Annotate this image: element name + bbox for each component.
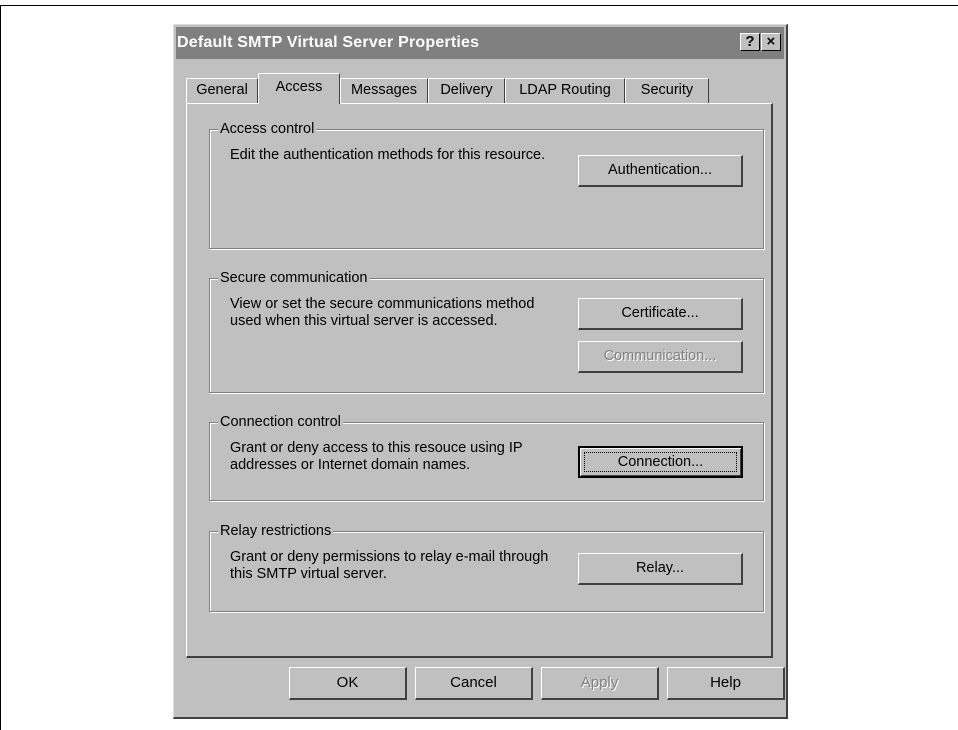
page-frame-top-line [0,5,958,6]
secure-communication-group: Secure communication View or set the sec… [209,269,764,393]
ok-button[interactable]: OK [289,667,407,700]
tab-ldap-routing[interactable]: LDAP Routing [505,78,625,103]
connection-control-description: Grant or deny access to this resouce usi… [230,440,523,473]
tab-general[interactable]: General [186,78,258,103]
access-control-description: Edit the authentication methods for this… [230,147,546,163]
communication-button[interactable]: Communication... [578,341,743,373]
certificate-button[interactable]: Certificate... [578,298,743,330]
connection-control-group: Connection control Grant or deny access … [209,413,764,501]
access-control-group: Access control Edit the authentication m… [209,120,764,249]
authentication-button[interactable]: Authentication... [578,155,743,187]
tab-access[interactable]: Access [258,73,340,104]
help-button[interactable]: Help [667,667,785,700]
relay-button[interactable]: Relay... [578,553,743,585]
tab-strip: General Access Messages Delivery LDAP Ro… [186,73,774,104]
apply-button[interactable]: Apply [541,667,659,700]
title-bar[interactable]: Default SMTP Virtual Server Properties ?… [176,27,784,59]
secure-communication-label: Secure communication [218,269,370,287]
relay-restrictions-label: Relay restrictions [218,522,334,540]
properties-dialog: Default SMTP Virtual Server Properties ?… [173,24,788,719]
access-control-label: Access control [218,120,317,138]
access-tab-panel: Access control Edit the authentication m… [186,103,773,658]
tab-messages[interactable]: Messages [340,78,428,103]
connection-control-label: Connection control [218,413,343,431]
connection-button[interactable]: Connection... [578,446,743,478]
tab-security[interactable]: Security [625,78,709,103]
window-title: Default SMTP Virtual Server Properties [177,34,480,51]
relay-restrictions-description: Grant or deny permissions to relay e-mai… [230,549,549,582]
relay-restrictions-group: Relay restrictions Grant or deny permiss… [209,522,764,612]
close-icon[interactable]: × [761,33,781,51]
cancel-button[interactable]: Cancel [415,667,533,700]
focus-rectangle [584,452,737,472]
page-frame-left-line [0,5,1,730]
help-icon[interactable]: ? [740,33,760,51]
secure-communication-description: View or set the secure communications me… [230,296,535,329]
tab-delivery[interactable]: Delivery [428,78,505,103]
